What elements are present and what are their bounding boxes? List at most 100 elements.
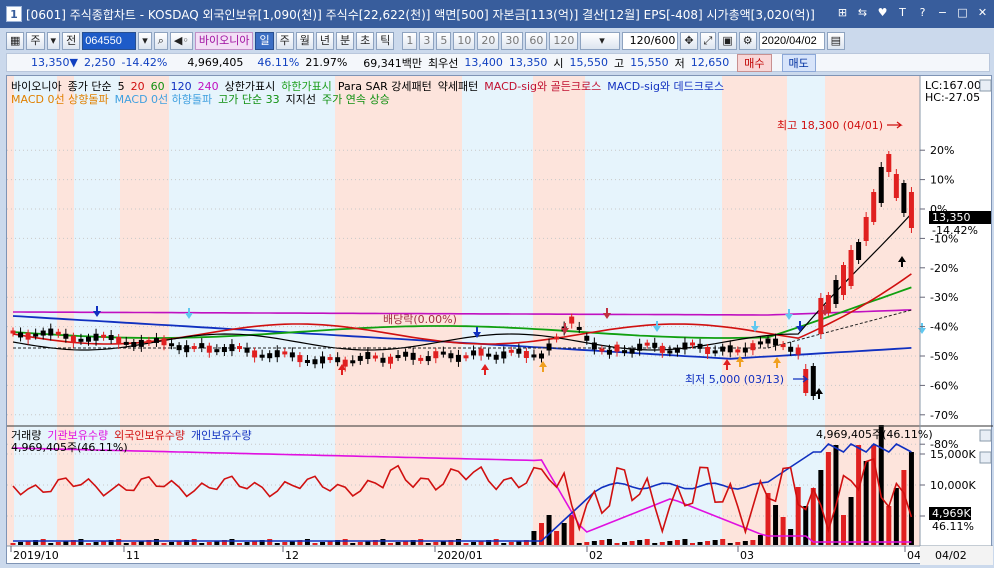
volume-bar <box>546 515 552 545</box>
stock-name-field[interactable]: 바이오니아 <box>194 32 254 50</box>
candle-body <box>652 342 658 348</box>
sound-icon[interactable]: ◀◦ <box>169 32 193 50</box>
text-icon[interactable]: T <box>895 5 910 20</box>
volume-bar <box>901 470 907 545</box>
sell-button[interactable]: 매도 <box>781 53 816 72</box>
market-select[interactable]: 주 <box>26 32 45 50</box>
panel-zoom-button[interactable] <box>979 429 992 442</box>
candle-body <box>908 192 914 228</box>
chart-area[interactable]: 바이오니아 종가 단순 5 20 60 120 240 상한가표시 하한가표시 Para SAR … <box>6 75 993 565</box>
candle-body <box>86 336 91 342</box>
zoom-icon[interactable]: ⤢ <box>699 32 717 50</box>
period-minute-tab[interactable]: 분 <box>335 32 355 50</box>
candle-body <box>214 349 220 353</box>
buy-button[interactable]: 매수 <box>737 53 772 72</box>
candle-body <box>418 357 424 361</box>
candle-body <box>773 338 779 346</box>
volume-bar <box>803 506 809 545</box>
period-year-tab[interactable]: 년 <box>315 32 334 50</box>
candle-body <box>425 356 431 362</box>
volume-bar <box>78 539 84 545</box>
period-week-tab[interactable]: 주 <box>275 32 294 50</box>
volume-bar <box>93 542 99 545</box>
minute-5-button[interactable]: 5 <box>436 32 452 50</box>
period-second-tab[interactable]: 초 <box>356 32 375 50</box>
minute-custom-select[interactable]: ▾ <box>580 32 621 50</box>
grid-menu-icon[interactable]: ▦ <box>6 32 25 50</box>
candle-body <box>576 326 582 330</box>
chart-canvas[interactable]: 바이오니아 종가 단순 5 20 60 120 240 상한가표시 하한가표시 Para SAR … <box>7 76 993 565</box>
settings-icon[interactable]: ⚙ <box>738 32 757 50</box>
minute-60-button[interactable]: 60 <box>525 32 548 50</box>
candle-body <box>727 345 733 353</box>
candle-body <box>667 350 673 354</box>
date-input[interactable] <box>758 32 825 50</box>
code-dropdown-icon[interactable]: ▾ <box>138 32 152 50</box>
minute-10-button[interactable]: 10 <box>453 32 476 50</box>
volume-bar <box>153 539 159 545</box>
help-icon[interactable]: ? <box>915 5 930 20</box>
volume-value: 4,969,405 <box>187 56 244 69</box>
volume-bar <box>908 452 914 545</box>
candle-body <box>229 344 235 352</box>
price-change-pct: -14.42% <box>121 56 168 69</box>
volume-bar <box>342 539 348 545</box>
prev-button[interactable]: 전 <box>62 32 81 50</box>
favorite-icon[interactable]: ♥ <box>875 5 890 20</box>
volume-bar <box>576 543 582 545</box>
best-sell-price: 13,400 <box>464 56 503 69</box>
candle-body <box>886 154 892 172</box>
close-icon[interactable]: ✕ <box>975 5 990 20</box>
period-day-tab[interactable]: 일 <box>255 32 274 50</box>
candle-body <box>191 346 197 350</box>
stock-code-input[interactable] <box>82 32 137 50</box>
candle-body <box>10 330 16 334</box>
candle-body <box>863 217 869 241</box>
candle-body <box>893 174 899 198</box>
period-month-tab[interactable]: 월 <box>295 32 314 50</box>
legend-item: MACD-sig와 데드크로스 <box>607 80 724 93</box>
minimize-icon[interactable]: − <box>935 5 950 20</box>
candle-body <box>674 347 680 353</box>
calendar-icon[interactable]: ▤ <box>826 32 846 50</box>
display-count-field[interactable]: 120/600 <box>622 32 679 50</box>
background-band <box>57 76 74 546</box>
y-tick-label: -60% <box>930 379 958 392</box>
candle-body <box>221 347 227 353</box>
candle-body <box>146 339 152 343</box>
minute-120-button[interactable]: 120 <box>549 32 579 50</box>
price-panel-button[interactable] <box>979 79 992 92</box>
legend-item: 120 <box>171 80 192 93</box>
legend-item: MACD 0선 상향돌파 <box>11 93 109 106</box>
market-dropdown-icon[interactable]: ▾ <box>46 32 61 50</box>
candle-body <box>705 346 711 354</box>
x-axis-label: 03 <box>740 549 754 562</box>
minute-20-button[interactable]: 20 <box>477 32 500 50</box>
volume-right-value: 4,969,405주(46.11%) <box>816 428 933 441</box>
minute-3-button[interactable]: 3 <box>419 32 435 50</box>
volume-bar <box>18 542 24 545</box>
candle-body <box>531 354 537 358</box>
y-tick-label: -20% <box>930 262 958 275</box>
crosshair-icon[interactable]: ✥ <box>680 32 698 50</box>
volume-bar <box>863 461 869 545</box>
panel-close-button[interactable] <box>979 451 992 464</box>
save-icon[interactable]: ▣ <box>718 32 737 50</box>
search-icon[interactable]: ⌕ <box>153 32 168 50</box>
minute-1-button[interactable]: 1 <box>402 32 418 50</box>
candle-body <box>644 342 650 346</box>
candle-body <box>478 348 484 356</box>
link-icon[interactable]: ⇆ <box>855 5 870 20</box>
minute-30-button[interactable]: 30 <box>501 32 524 50</box>
pin-icon[interactable]: ⊞ <box>835 5 850 20</box>
maximize-icon[interactable]: □ <box>955 5 970 20</box>
candle-body <box>810 366 816 396</box>
last-date-label: 04/02 <box>935 549 967 562</box>
x-axis-label: 2019/10 <box>13 549 59 562</box>
legend-item: 개인보유수량 <box>191 429 252 442</box>
volume-bar <box>810 488 816 545</box>
candle-body <box>629 348 635 354</box>
period-tick-tab[interactable]: 틱 <box>376 32 395 50</box>
volume-bar <box>116 539 122 545</box>
x-axis-label: 04 <box>907 549 921 562</box>
